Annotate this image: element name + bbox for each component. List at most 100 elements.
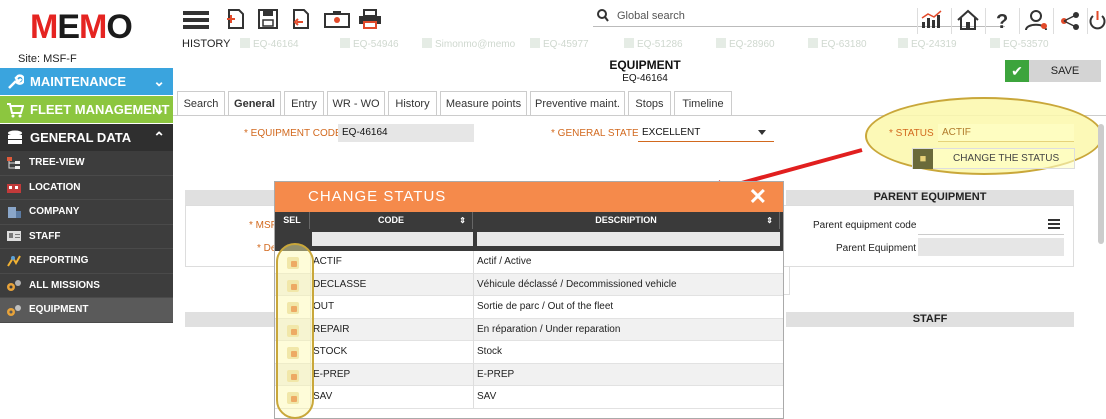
parent-code-label: Parent equipment code — [813, 220, 917, 231]
section-header — [185, 312, 275, 327]
table-row[interactable]: E-PREP E-PREP — [275, 363, 783, 386]
change-status-button[interactable]: ■ CHANGE THE STATUS — [912, 148, 1075, 169]
column-description[interactable]: DESCRIPTION ⇕ — [473, 212, 780, 229]
save-button[interactable]: ✔ SAVE — [1005, 60, 1101, 82]
sidebar-item-company[interactable]: COMPANY — [0, 200, 173, 225]
tab-preventive-maint[interactable]: Preventive maint. — [530, 91, 625, 115]
sidebar-item-label: LOCATION — [29, 181, 81, 193]
chevron-down-icon: ⌄ — [153, 101, 165, 117]
menu-label: GENERAL DATA — [30, 130, 132, 145]
section-box — [185, 205, 275, 267]
parent-equipment-box — [784, 205, 1074, 267]
check-icon: ✔ — [1005, 60, 1029, 82]
sidebar-item-reporting[interactable]: REPORTING — [0, 249, 173, 274]
table-row[interactable]: OUT Sortie de parc / Out of the fleet — [275, 296, 783, 319]
scrollbar-thumb[interactable] — [1098, 124, 1104, 244]
general-state-value: EXCELLENT — [642, 127, 701, 138]
column-code[interactable]: CODE ⇕ — [310, 212, 473, 229]
table-row[interactable]: SAV SAV — [275, 386, 783, 409]
tab-general[interactable]: General — [228, 91, 281, 115]
sidebar-item-location[interactable]: LOCATION — [0, 175, 173, 200]
history-item[interactable]: EQ-45977 — [530, 38, 589, 50]
search-placeholder: Global search — [617, 10, 685, 22]
help-icon[interactable]: ? — [985, 8, 1019, 34]
close-icon[interactable]: ✕ — [749, 184, 767, 210]
page-title: EQUIPMENT — [609, 58, 681, 72]
home-icon[interactable] — [951, 8, 985, 34]
page-scrollbar[interactable] — [1097, 116, 1106, 416]
change-status-label: CHANGE THE STATUS — [953, 153, 1060, 164]
history-item[interactable]: Simonmo@memo — [422, 38, 515, 50]
table-row[interactable]: STOCK Stock — [275, 341, 783, 364]
tab-entry[interactable]: Entry — [284, 91, 324, 115]
general-state-select[interactable]: EXCELLENT — [638, 124, 774, 142]
history-item[interactable]: EQ-63180 — [808, 38, 867, 50]
menu-maintenance[interactable]: MAINTENANCE ⌄ — [0, 68, 173, 95]
location-icon — [6, 180, 22, 194]
camera-icon[interactable] — [323, 8, 353, 30]
menu-fleet-management[interactable]: FLEET MANAGEMENT ⌄ — [0, 96, 173, 123]
sidebar-item-equipment[interactable]: EQUIPMENT — [0, 298, 173, 323]
tab-stops[interactable]: Stops — [628, 91, 671, 115]
history-item[interactable]: EQ-53570 — [990, 38, 1049, 50]
section-box-edge — [784, 267, 790, 295]
database-icon — [6, 129, 24, 147]
undo-document-icon[interactable] — [289, 8, 313, 30]
power-icon[interactable] — [1087, 8, 1106, 34]
tab-search[interactable]: Search — [177, 91, 225, 115]
history-item[interactable]: EQ-28960 — [716, 38, 775, 50]
parent-code-field[interactable] — [918, 234, 1064, 235]
staff-section-header: STAFF — [786, 312, 1074, 327]
chevron-up-icon: ⌃ — [153, 129, 165, 145]
sidebar: MEMO Site: MSF-F MAINTENANCE ⌄ FLEET MAN… — [0, 0, 173, 419]
tab-wr-wo[interactable]: WR - WO — [327, 91, 385, 115]
chevron-down-icon: ⌄ — [153, 73, 165, 89]
filter-row — [275, 229, 783, 251]
code-filter-input[interactable] — [312, 232, 473, 246]
sidebar-item-tree-view[interactable]: TREE-VIEW — [0, 151, 173, 176]
user-icon[interactable] — [1019, 8, 1053, 34]
sort-icon: ⇕ — [766, 216, 773, 225]
history-label: HISTORY — [182, 38, 231, 50]
stats-icon[interactable] — [917, 8, 951, 34]
status-label: * STATUS — [889, 128, 934, 139]
table-header: SEL CODE ⇕ DESCRIPTION ⇕ — [275, 212, 783, 229]
sidebar-item-label: COMPANY — [29, 206, 80, 218]
msf-label: * MSF — [249, 220, 277, 231]
wrench-icon — [6, 73, 25, 91]
history-item[interactable]: EQ-46164 — [240, 38, 299, 50]
menu-icon[interactable] — [183, 8, 209, 30]
tab-history[interactable]: History — [388, 91, 437, 115]
new-document-icon[interactable] — [225, 8, 249, 30]
table-row[interactable]: DECLASSE Véhicule déclassé / Decommission… — [275, 273, 783, 296]
history-item[interactable]: EQ-51286 — [624, 38, 683, 50]
share-icon[interactable] — [1053, 8, 1087, 34]
sidebar-item-label: EQUIPMENT — [29, 304, 89, 316]
history-item[interactable]: EQ-54946 — [340, 38, 399, 50]
sidebar-item-label: TREE-VIEW — [29, 157, 85, 169]
status-field[interactable]: ACTIF — [938, 124, 1074, 142]
menu-general-data[interactable]: GENERAL DATA ⌃ — [0, 124, 173, 151]
caret-down-icon — [758, 130, 766, 135]
search-icon — [597, 9, 609, 26]
description-filter-input[interactable] — [477, 232, 780, 246]
sidebar-item-staff[interactable]: STAFF — [0, 224, 173, 249]
table-row[interactable]: REPAIR En réparation / Under reparation — [275, 318, 783, 341]
menu-label: MAINTENANCE — [30, 74, 127, 89]
list-icon[interactable] — [1048, 219, 1060, 232]
sidebar-item-label: REPORTING — [29, 255, 89, 267]
equipment-code-label: * EQUIPMENT CODE — [244, 128, 342, 139]
sidebar-item-all-missions[interactable]: ALL MISSIONS — [0, 273, 173, 298]
tab-timeline[interactable]: Timeline — [674, 91, 732, 115]
gears-icon — [6, 303, 22, 317]
history-item[interactable]: EQ-24319 — [898, 38, 957, 50]
tab-measure-points[interactable]: Measure points — [440, 91, 527, 115]
tree-icon — [6, 156, 22, 170]
id-card-icon — [6, 229, 22, 243]
parent-equipment-field[interactable] — [918, 238, 1064, 256]
equipment-code-field[interactable]: EQ-46164 — [338, 124, 474, 142]
table-row[interactable]: ACTIF Actif / Active — [275, 251, 783, 274]
save-icon[interactable] — [257, 8, 281, 30]
print-icon[interactable] — [357, 8, 385, 30]
page-subtitle: EQ-46164 — [622, 73, 668, 84]
